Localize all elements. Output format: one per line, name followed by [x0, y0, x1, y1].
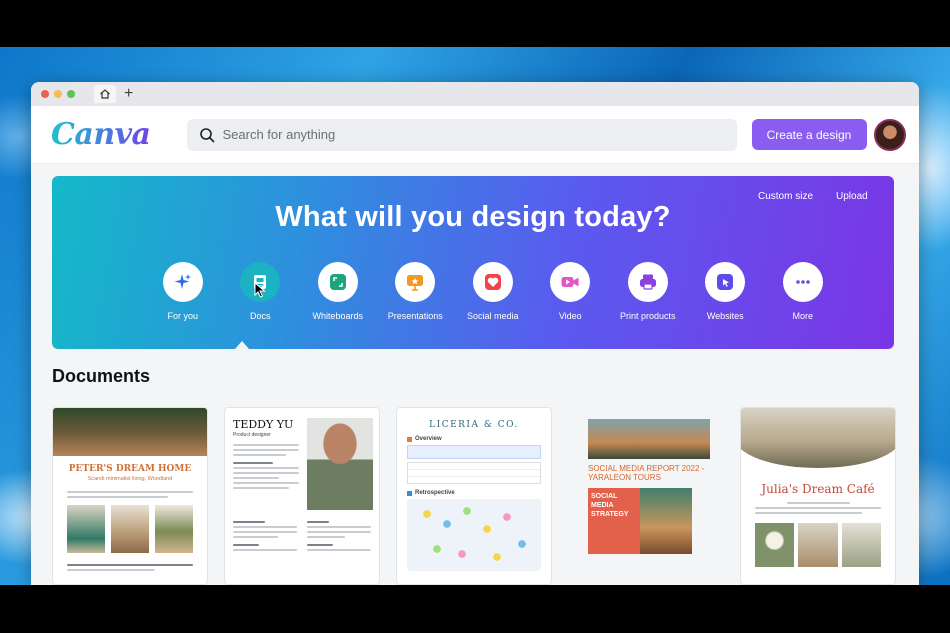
document-title: Julia's Dream Café: [761, 482, 875, 496]
category-row: For you Docs Whiteboards Presentations S…: [144, 262, 842, 321]
presentation-icon: [395, 262, 436, 302]
thumbnail-photo: [53, 408, 207, 456]
category-label: Docs: [249, 311, 271, 321]
browser-titlebar: +: [31, 82, 919, 106]
image-grid: [53, 501, 207, 553]
profile-photo: [307, 418, 373, 510]
printer-icon: [627, 262, 668, 302]
resume-columns: [225, 510, 379, 554]
category-presentations[interactable]: Presentations: [377, 262, 455, 321]
screen: + Canva Create a design Custom size Uplo…: [0, 0, 950, 633]
retrospective-label: Retrospective: [415, 490, 455, 496]
cafe-photo: [741, 408, 895, 468]
category-print-products[interactable]: Print products: [609, 262, 687, 321]
category-more[interactable]: More: [764, 262, 842, 321]
app-header: Canva Create a design: [31, 106, 919, 164]
category-whiteboards[interactable]: Whiteboards: [299, 262, 377, 321]
category-websites[interactable]: Websites: [687, 262, 765, 321]
document-card[interactable]: TEDDY YU Product designer: [224, 407, 380, 585]
minimize-window-button[interactable]: [54, 90, 62, 98]
hero-title: What will you design today?: [275, 201, 671, 233]
category-label: For you: [167, 311, 198, 321]
maximize-window-button[interactable]: [67, 90, 75, 98]
text-lines-2: [53, 553, 207, 571]
category-label: Websites: [706, 311, 744, 321]
text-lines: [53, 482, 207, 498]
heart-icon: [472, 262, 513, 302]
documents-heading: Documents: [52, 366, 151, 386]
category-label: Social media: [466, 311, 519, 321]
search-icon: [199, 127, 214, 142]
document-card[interactable]: SOCIAL MEDIA REPORT 2022 - YARALEON TOUR…: [568, 407, 724, 585]
avatar[interactable]: [873, 118, 906, 151]
browser-window: + Canva Create a design Custom size Uplo…: [31, 82, 919, 585]
selected-category-pointer: [235, 341, 249, 349]
image-grid: [741, 517, 895, 567]
category-social-media[interactable]: Social media: [454, 262, 532, 321]
text-lines: [741, 496, 895, 514]
category-label: Print products: [619, 311, 676, 321]
sparkle-icon: [162, 262, 203, 302]
resume-header: TEDDY YU Product designer: [225, 408, 379, 510]
category-label: Whiteboards: [312, 311, 364, 321]
video-icon: [550, 262, 591, 302]
website-icon: [705, 262, 746, 302]
more-icon: [782, 262, 823, 302]
category-label: Presentations: [387, 311, 443, 321]
category-video[interactable]: Video: [532, 262, 610, 321]
overview-label: Overview: [415, 436, 442, 442]
document-card[interactable]: LICERIA & CO. Overview Retrospective: [396, 407, 552, 585]
strategy-block: SOCIAL MEDIA STRATEGY: [588, 488, 710, 554]
design-hero-banner: Custom size Upload What will you design …: [52, 176, 894, 349]
document-card[interactable]: PETER'S DREAM HOME Scandi minimalist liv…: [52, 407, 208, 585]
document-title: TEDDY YU: [233, 418, 294, 431]
whiteboard-icon: [317, 262, 358, 302]
documents-row: PETER'S DREAM HOME Scandi minimalist liv…: [52, 407, 896, 585]
retrospective-block: Retrospective: [407, 490, 541, 571]
category-label: More: [792, 311, 813, 321]
close-window-button[interactable]: [41, 90, 49, 98]
search-bar[interactable]: [186, 118, 737, 151]
strategy-photo: [640, 488, 692, 554]
document-title: PETER'S DREAM HOME: [68, 464, 192, 474]
create-design-button[interactable]: Create a design: [751, 119, 867, 150]
category-for-you[interactable]: For you: [144, 262, 222, 321]
search-input[interactable]: [222, 127, 703, 142]
thumbnail-photo: [588, 419, 710, 459]
home-icon[interactable]: [94, 85, 116, 103]
document-title: LICERIA & CO.: [429, 420, 519, 430]
canva-logo[interactable]: Canva: [51, 117, 151, 152]
sticky-notes-board: [407, 499, 541, 571]
document-card[interactable]: Julia's Dream Café: [740, 407, 896, 585]
overview-block: Overview: [407, 436, 541, 484]
category-label: Video: [558, 311, 582, 321]
document-subtitle: SOCIAL MEDIA STRATEGY: [588, 488, 640, 554]
plus-icon[interactable]: +: [124, 86, 133, 102]
document-subtitle: Product designer: [233, 432, 271, 438]
mouse-cursor-icon: [254, 282, 266, 298]
document-title: SOCIAL MEDIA REPORT 2022 - YARALEON TOUR…: [588, 464, 705, 482]
